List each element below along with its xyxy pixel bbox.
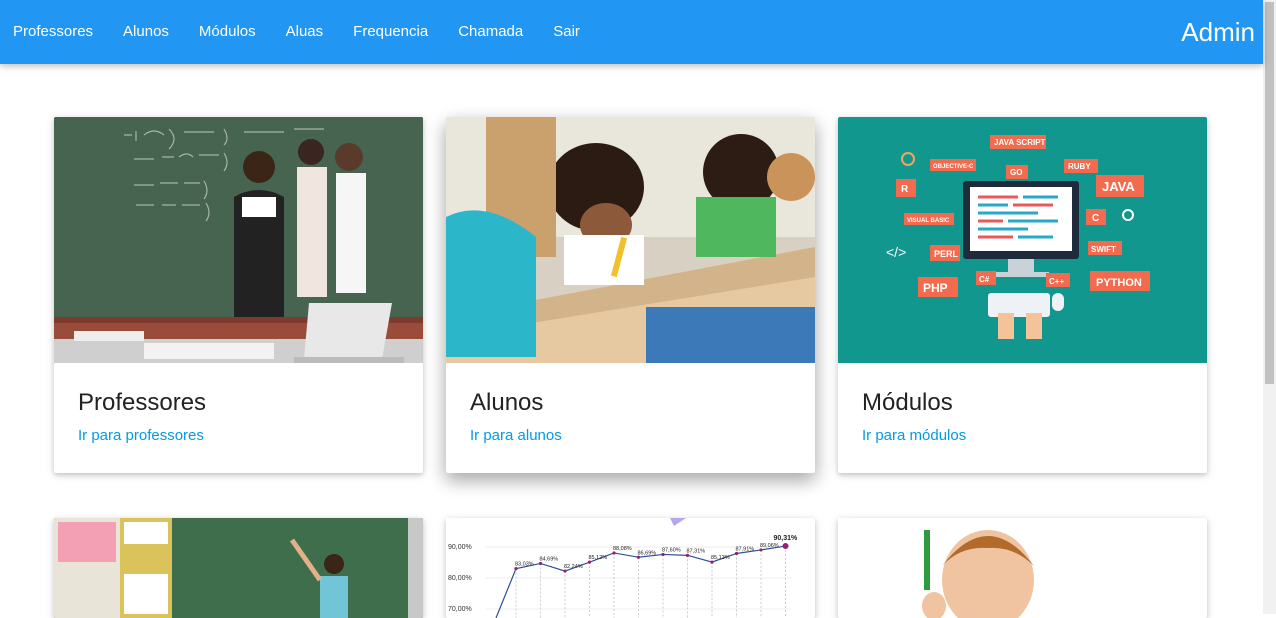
boy-image — [838, 518, 1207, 618]
chart-image: 90,00% 80,00% 70,00% 83,03% 84,69% 82,24% 8… — [446, 518, 815, 618]
boy-raising-pencil-photo-illustration — [838, 518, 1207, 618]
lang-tag-php: PHP — [923, 281, 948, 295]
link-ir-para-alunos[interactable]: Ir para alunos — [470, 427, 562, 444]
card-title: Professores — [78, 389, 207, 416]
page-scrollbar[interactable] — [1263, 0, 1276, 614]
teachers-image — [54, 117, 423, 363]
y-tick-label: 80,00% — [448, 575, 472, 582]
link-ir-para-modulos[interactable]: Ir para módulos — [862, 427, 966, 444]
teacher-board-image — [54, 518, 423, 618]
card-alunos: Alunos Ir para alunos — [446, 117, 815, 473]
card-frequencia: 90,00% 80,00% 70,00% 83,03% 84,69% 82,24% 8… — [446, 518, 815, 618]
lang-tag-python: PYTHON — [1096, 277, 1142, 289]
card-content: Módulos Ir para módulos — [838, 363, 1207, 473]
lang-tag-csharp: C# — [979, 275, 990, 284]
students-photo-illustration — [446, 117, 815, 363]
chart-data-label: 89,06% — [760, 543, 779, 549]
nav-link-chamada[interactable]: Chamada — [443, 0, 538, 64]
card-chamada — [838, 518, 1207, 618]
card-content: Alunos Ir para alunos — [446, 363, 815, 473]
nav-link-professores[interactable]: Professores — [0, 0, 108, 64]
chart-data-label: 88,08% — [613, 546, 632, 552]
nav-link-sair[interactable]: Sair — [538, 0, 595, 64]
brand-logo-admin[interactable]: Admin — [1181, 0, 1255, 64]
chart-data-label: 87,91% — [736, 546, 755, 552]
chart-point — [782, 543, 789, 550]
nav-link-aluas[interactable]: Aluas — [271, 0, 339, 64]
lang-tag-perl: PERL — [934, 249, 959, 259]
lang-tag-r: R — [901, 184, 909, 195]
chart-data-label: 84,69% — [540, 556, 559, 562]
lang-tag-swift: SWIFT — [1091, 245, 1116, 254]
modules-image: . JAVA SCRIPT OBJECTIVE-C GO RUBY R JAVA… — [838, 117, 1207, 363]
y-tick-label: 70,00% — [448, 606, 472, 613]
lang-tag-cpp: C++ — [1049, 277, 1064, 286]
lang-tag-c: C — [1092, 213, 1099, 224]
nav-link-alunos[interactable]: Alunos — [108, 0, 184, 64]
card-modulos: . JAVA SCRIPT OBJECTIVE-C GO RUBY R JAVA… — [838, 117, 1207, 473]
percentage-line-chart-illustration: 90,00% 80,00% 70,00% 83,03% 84,69% 82,24% 8… — [446, 518, 815, 618]
lang-tag-javascript: JAVA SCRIPT — [994, 138, 1046, 147]
code-brackets-icon: </> — [886, 244, 906, 260]
nav-menu: Professores Alunos Módulos Aluas Frequen… — [0, 0, 595, 64]
chart-data-label: 85,12% — [589, 555, 608, 561]
nav-link-frequencia[interactable]: Frequencia — [338, 0, 443, 64]
chart-data-label: 87,60% — [662, 547, 681, 553]
chart-data-label: 83,03% — [515, 562, 534, 568]
card-content: Professores Ir para professores — [54, 363, 423, 473]
lang-tag-visual-basic: VISUAL BASIC — [907, 218, 950, 224]
card-aulas — [54, 518, 423, 618]
top-navbar: Professores Alunos Módulos Aluas Frequen… — [0, 0, 1263, 64]
teachers-photo-illustration — [54, 117, 423, 363]
card-title: Módulos — [862, 389, 953, 416]
card-title: Alunos — [470, 389, 544, 416]
programming-languages-illustration: . JAVA SCRIPT OBJECTIVE-C GO RUBY R JAVA… — [838, 117, 1207, 363]
card-professores: Professores Ir para professores — [54, 117, 423, 473]
chart-data-label: 85,13% — [711, 555, 730, 561]
lang-tag-go: GO — [1010, 168, 1022, 177]
scrollbar-thumb[interactable] — [1265, 2, 1274, 384]
students-image — [446, 117, 815, 363]
chart-data-label: 82,24% — [564, 564, 583, 570]
chart-data-label: 86,69% — [638, 550, 657, 556]
lang-tag-ruby: RUBY — [1068, 162, 1091, 171]
chart-data-label: 90,31% — [774, 535, 799, 542]
link-ir-para-professores[interactable]: Ir para professores — [78, 427, 204, 444]
lang-tag-java: JAVA — [1102, 179, 1135, 194]
y-tick-label: 90,00% — [448, 544, 472, 551]
lang-tag-objective-c: OBJECTIVE-C — [933, 164, 974, 170]
teacher-pointing-photo-illustration — [54, 518, 423, 618]
nav-link-modulos[interactable]: Módulos — [184, 0, 271, 64]
chart-data-label: 87,31% — [687, 548, 706, 554]
